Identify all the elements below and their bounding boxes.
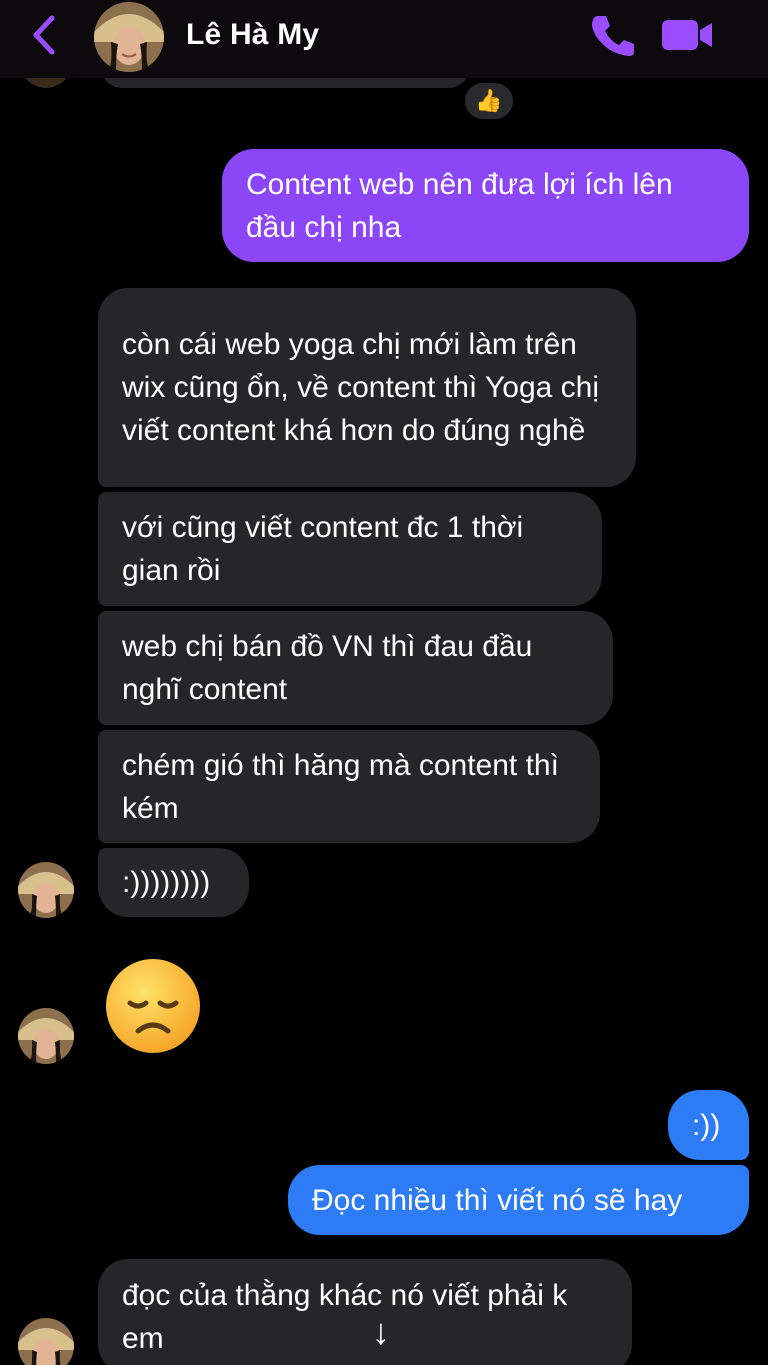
message-bubble-incoming[interactable]: còn cái web yoga chị mới làm trên wix cũ… bbox=[98, 288, 636, 487]
message-bubble-outgoing[interactable]: Content web nên đưa lợi ích lên đầu chị … bbox=[222, 149, 749, 262]
disappointed-face-icon bbox=[106, 959, 200, 1053]
message-text: Content web nên đưa lợi ích lên đầu chị … bbox=[246, 167, 673, 244]
message-bubble-incoming[interactable]: với cũng viết content đc 1 thời gian rồi bbox=[98, 492, 602, 606]
phone-icon bbox=[592, 16, 634, 56]
message-text: với cũng viết content đc 1 thời gian rồi bbox=[122, 511, 524, 587]
message-bubble-incoming[interactable]: chém gió thì hăng mà content thì kém bbox=[98, 730, 600, 843]
emoji-message[interactable]: 😞 bbox=[104, 957, 202, 1055]
chat-header: Lê Hà My bbox=[0, 0, 768, 78]
message-text: :)))))))) bbox=[122, 866, 211, 899]
thumbs-up-icon: 👍 bbox=[475, 88, 503, 113]
message-text: còn cái web yoga chị mới làm trên wix cũ… bbox=[122, 328, 599, 447]
chevron-left-icon bbox=[33, 15, 55, 55]
message-reaction[interactable]: 👍 bbox=[462, 80, 516, 122]
message-text: Đọc nhiều thì viết nó sẽ hay bbox=[312, 1183, 683, 1217]
message-bubble-outgoing[interactable]: Đọc nhiều thì viết nó sẽ hay bbox=[288, 1165, 749, 1235]
message-text: web chị bán đồ VN thì đau đầu nghĩ conte… bbox=[122, 630, 533, 706]
video-camera-icon bbox=[662, 20, 712, 50]
message-text: chém gió thì hăng mà content thì kém bbox=[122, 748, 559, 825]
contact-avatar[interactable] bbox=[18, 1008, 74, 1064]
contact-avatar[interactable] bbox=[18, 1318, 74, 1365]
contact-avatar[interactable] bbox=[18, 862, 74, 918]
message-bubble-outgoing[interactable]: :)) bbox=[668, 1090, 749, 1160]
contact-name[interactable]: Lê Hà My bbox=[186, 18, 319, 52]
video-call-button[interactable] bbox=[660, 14, 716, 56]
message-bubble-incoming[interactable]: web chị bán đồ VN thì đau đầu nghĩ conte… bbox=[98, 611, 613, 725]
back-button[interactable] bbox=[26, 12, 62, 58]
scroll-to-bottom-button[interactable]: ↓ bbox=[354, 1308, 408, 1356]
arrow-down-icon: ↓ bbox=[372, 1311, 390, 1352]
message-bubble-incoming[interactable]: :)))))))) bbox=[98, 848, 249, 917]
message-text: :)) bbox=[692, 1108, 721, 1142]
call-button[interactable] bbox=[588, 12, 636, 58]
contact-avatar[interactable] bbox=[94, 2, 164, 72]
